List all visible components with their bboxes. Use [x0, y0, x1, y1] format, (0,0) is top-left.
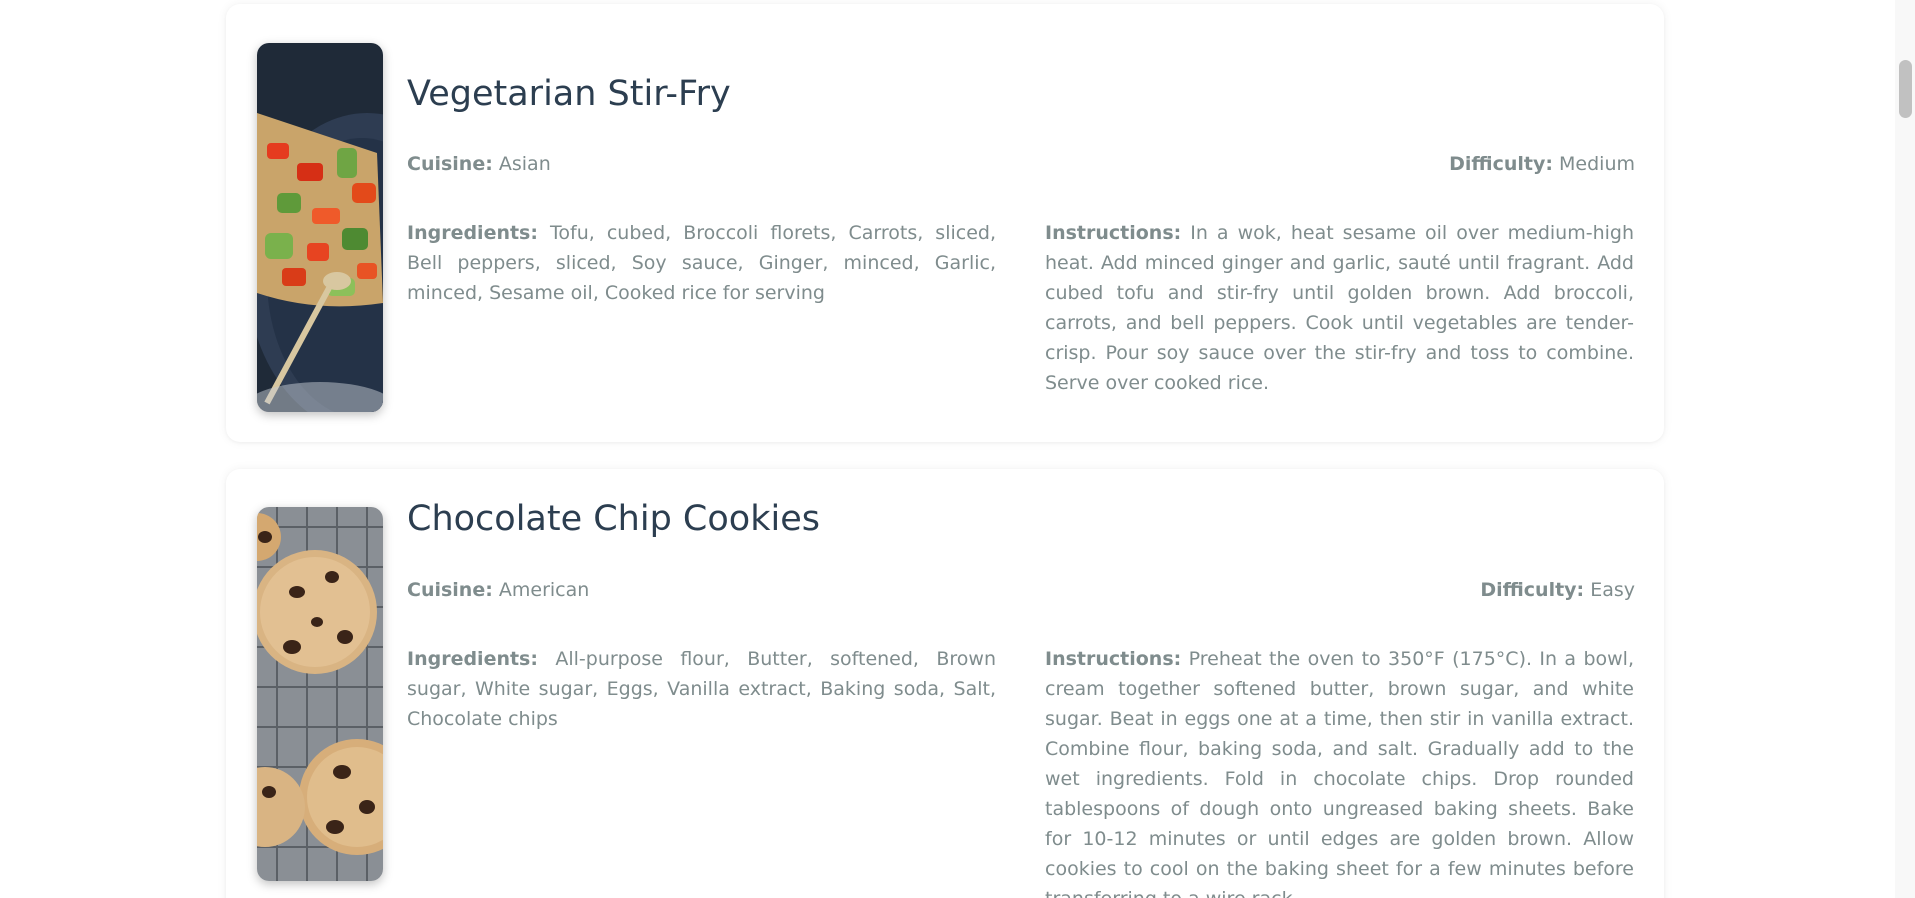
difficulty-value: Medium	[1559, 153, 1635, 175]
instructions-block: Instructions: Preheat the oven to 350°F …	[1045, 644, 1634, 898]
instructions-text: In a wok, heat sesame oil over medium-hi…	[1045, 222, 1634, 394]
recipe-card: Vegetarian Stir-Fry Cuisine: Asian Diffi…	[226, 4, 1664, 442]
ingredients-label: Ingredients:	[407, 648, 538, 670]
recipe-title: Vegetarian Stir-Fry	[407, 74, 731, 114]
cuisine-label: Cuisine:	[407, 579, 493, 601]
ingredients-label: Ingredients:	[407, 222, 538, 244]
difficulty-value: Easy	[1590, 579, 1635, 601]
cuisine-field: Cuisine: Asian	[407, 153, 551, 175]
instructions-label: Instructions:	[1045, 648, 1182, 670]
difficulty-field: Difficulty: Easy	[1480, 579, 1635, 601]
instructions-text: Preheat the oven to 350°F (175°C). In a …	[1045, 648, 1634, 898]
cuisine-label: Cuisine:	[407, 153, 493, 175]
cuisine-value: Asian	[498, 153, 551, 175]
cuisine-field: Cuisine: American	[407, 579, 589, 601]
difficulty-label: Difficulty:	[1449, 153, 1553, 175]
cuisine-value: American	[498, 579, 590, 601]
difficulty-label: Difficulty:	[1480, 579, 1585, 601]
ingredients-block: Ingredients: Tofu, cubed, Broccoli flore…	[407, 218, 996, 308]
recipe-image-stir-fry	[257, 43, 383, 412]
recipe-image-cookies	[257, 507, 383, 881]
recipe-title: Chocolate Chip Cookies	[407, 499, 820, 539]
recipe-page: Vegetarian Stir-Fry Cuisine: Asian Diffi…	[0, 0, 1895, 898]
difficulty-field: Difficulty: Medium	[1449, 153, 1635, 175]
instructions-block: Instructions: In a wok, heat sesame oil …	[1045, 218, 1634, 398]
ingredients-block: Ingredients: All-purpose flour, Butter, …	[407, 644, 996, 734]
scrollbar-thumb[interactable]	[1899, 60, 1912, 118]
page-scrollbar[interactable]	[1895, 0, 1915, 898]
instructions-label: Instructions:	[1045, 222, 1182, 244]
recipe-card: Chocolate Chip Cookies Cuisine: American…	[226, 469, 1664, 898]
